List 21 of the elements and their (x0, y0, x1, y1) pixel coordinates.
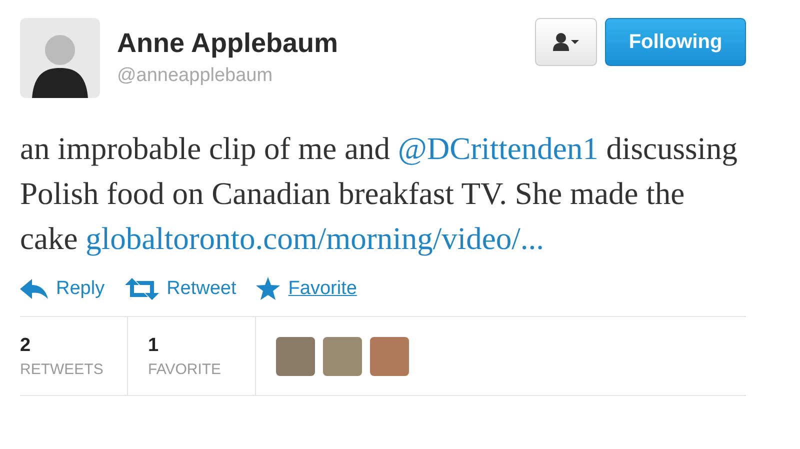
stat-count: 2 (20, 334, 32, 356)
retweet-icon (124, 278, 159, 300)
user-avatar[interactable] (370, 336, 409, 376)
retweet-action[interactable]: Retweet (124, 277, 236, 300)
stat-label: FAVORITE (148, 360, 222, 378)
tweet-link[interactable]: globaltoronto.com/morning/video/... (86, 221, 544, 256)
user-avatar[interactable] (323, 336, 362, 376)
author-name: Anne Applebaum (117, 28, 340, 59)
tweet-text: an improbable clip of me and @DCrittenden1 discussing Polish food on Canadian breakfast TV. She made the cake globaltoronto.com/morning/video/... (20, 130, 739, 258)
person-icon (553, 33, 579, 51)
following-button[interactable]: Following (605, 18, 746, 66)
reply-arrow-icon (20, 278, 48, 298)
stat-count: 1 (148, 334, 160, 356)
reply-action[interactable]: Reply (20, 277, 105, 300)
user-menu-button[interactable] (535, 18, 597, 66)
star-icon (256, 277, 280, 300)
author-handle: @anneapplebaum (117, 65, 274, 87)
tweet-link[interactable]: @DCrittenden1 (398, 131, 598, 166)
stat-label: RETWEETS (20, 360, 104, 378)
user-avatar[interactable] (276, 336, 315, 376)
favorite-action[interactable]: Favorite (256, 277, 357, 300)
